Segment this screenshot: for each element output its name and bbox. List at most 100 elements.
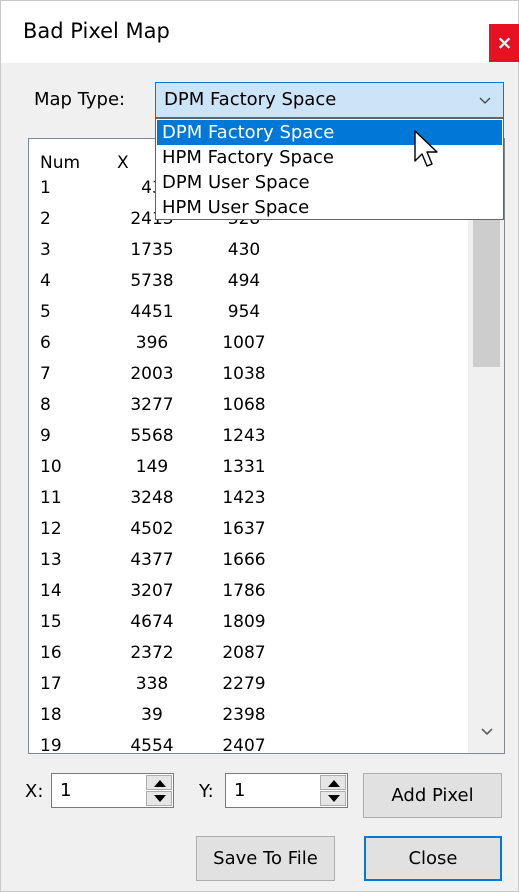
cell-y: 1038: [222, 364, 266, 384]
cell-num: 14: [40, 581, 62, 601]
dropdown-option[interactable]: HPM User Space: [157, 195, 502, 220]
caret-down-icon: [328, 795, 340, 802]
cell-num: 12: [40, 519, 62, 539]
cell-x: 2003: [130, 364, 174, 384]
cell-x: 396: [135, 333, 169, 353]
chevron-down-icon: [479, 97, 491, 104]
x-spin-buttons: [146, 775, 172, 806]
cell-y: 1068: [222, 395, 266, 415]
x-decrement-button[interactable]: [146, 791, 172, 806]
y-decrement-button[interactable]: [320, 791, 346, 806]
table-row[interactable]: 4 5738 494: [29, 269, 469, 294]
cell-x: 4451: [130, 302, 174, 322]
cell-num: 17: [40, 674, 62, 694]
cell-y: 2279: [222, 674, 266, 694]
cell-x: 1735: [130, 240, 174, 260]
y-value: 1: [234, 780, 246, 801]
dropdown-option[interactable]: HPM Factory Space: [157, 145, 502, 170]
table-row[interactable]: 12 4502 1637: [29, 517, 469, 542]
map-type-dropdown-list: DPM Factory Space HPM Factory Space DPM …: [155, 118, 504, 220]
table-row[interactable]: 14 3207 1786: [29, 579, 469, 604]
cell-y: 1666: [222, 550, 266, 570]
cell-y: 1786: [222, 581, 266, 601]
cell-num: 9: [40, 426, 51, 446]
add-pixel-button[interactable]: Add Pixel: [363, 773, 502, 818]
cell-num: 15: [40, 612, 62, 632]
cell-num: 8: [40, 395, 51, 415]
cell-num: 10: [40, 457, 62, 477]
cell-y: 1243: [222, 426, 266, 446]
x-increment-button[interactable]: [146, 775, 172, 790]
dropdown-option[interactable]: DPM User Space: [157, 170, 502, 195]
map-type-label: Map Type:: [34, 89, 126, 110]
bad-pixel-list[interactable]: Num X Y 14322413328317354304573849454451…: [28, 138, 505, 754]
table-row[interactable]: 3 1735 430: [29, 238, 469, 263]
cell-num: 13: [40, 550, 62, 570]
cell-num: 5: [40, 302, 51, 322]
table-row[interactable]: 6 396 1007: [29, 331, 469, 356]
table-row[interactable]: 11 3248 1423: [29, 486, 469, 511]
scroll-down-arrow-icon[interactable]: [480, 725, 494, 739]
x-stepper[interactable]: 1: [51, 773, 174, 808]
cell-y: 1637: [222, 519, 266, 539]
cell-x: 3248: [130, 488, 174, 508]
table-row[interactable]: 10 149 1331: [29, 455, 469, 480]
cell-x: 149: [135, 457, 169, 477]
cell-x: 5738: [130, 271, 174, 291]
cell-x: 4554: [130, 736, 174, 754]
caret-up-icon: [328, 780, 340, 787]
cell-x: 4377: [130, 550, 174, 570]
map-type-select[interactable]: DPM Factory Space: [155, 82, 504, 118]
table-row[interactable]: 17 338 2279: [29, 672, 469, 697]
table-row[interactable]: 19 4554 2407: [29, 734, 469, 754]
x-label: X:: [25, 781, 44, 802]
cell-y: 2398: [222, 705, 266, 725]
x-value: 1: [60, 780, 72, 801]
cell-y: 1007: [222, 333, 266, 353]
cell-x: 2372: [130, 643, 174, 663]
caret-down-icon: [154, 795, 166, 802]
cell-y: 430: [227, 240, 261, 260]
cell-num: 16: [40, 643, 62, 663]
cell-x: 338: [135, 674, 169, 694]
bad-pixel-map-dialog: Bad Pixel Map × Map Type: DPM Factory Sp…: [0, 0, 519, 892]
cell-y: 2407: [222, 736, 266, 754]
cell-x: 39: [141, 705, 163, 725]
window-title: Bad Pixel Map: [23, 19, 170, 43]
caret-up-icon: [154, 780, 166, 787]
vertical-scrollbar[interactable]: [468, 139, 504, 753]
title-bar: Bad Pixel Map ×: [1, 1, 519, 63]
y-spin-buttons: [320, 775, 346, 806]
cell-y: 494: [227, 271, 261, 291]
cell-num: 19: [40, 736, 62, 754]
cell-y: 2087: [222, 643, 266, 663]
cell-num: 6: [40, 333, 51, 353]
table-row[interactable]: 15 4674 1809: [29, 610, 469, 635]
cell-y: 1331: [222, 457, 266, 477]
cell-num: 4: [40, 271, 51, 291]
save-to-file-button[interactable]: Save To File: [196, 836, 335, 881]
table-row[interactable]: 8 3277 1068: [29, 393, 469, 418]
close-window-button[interactable]: ×: [489, 24, 519, 62]
map-type-selected-value: DPM Factory Space: [164, 89, 337, 110]
cell-y: 1423: [222, 488, 266, 508]
column-header-num: Num: [40, 153, 81, 173]
cell-y: 954: [227, 302, 261, 322]
table-row[interactable]: 7 2003 1038: [29, 362, 469, 387]
close-button[interactable]: Close: [364, 836, 502, 881]
table-row[interactable]: 16 2372 2087: [29, 641, 469, 666]
y-stepper[interactable]: 1: [225, 773, 348, 808]
cell-x: 5568: [130, 426, 174, 446]
table-row[interactable]: 9 5568 1243: [29, 424, 469, 449]
y-increment-button[interactable]: [320, 775, 346, 790]
table-row[interactable]: 5 4451 954: [29, 300, 469, 325]
cell-x: 4674: [130, 612, 174, 632]
table-row[interactable]: 13 4377 1666: [29, 548, 469, 573]
dropdown-option[interactable]: DPM Factory Space: [157, 120, 502, 145]
table-row[interactable]: 18 39 2398: [29, 703, 469, 728]
mouse-pointer-icon: [414, 130, 438, 167]
cell-num: 7: [40, 364, 51, 384]
cell-y: 1809: [222, 612, 266, 632]
cell-num: 1: [40, 178, 51, 198]
column-header-x: X: [117, 153, 129, 173]
